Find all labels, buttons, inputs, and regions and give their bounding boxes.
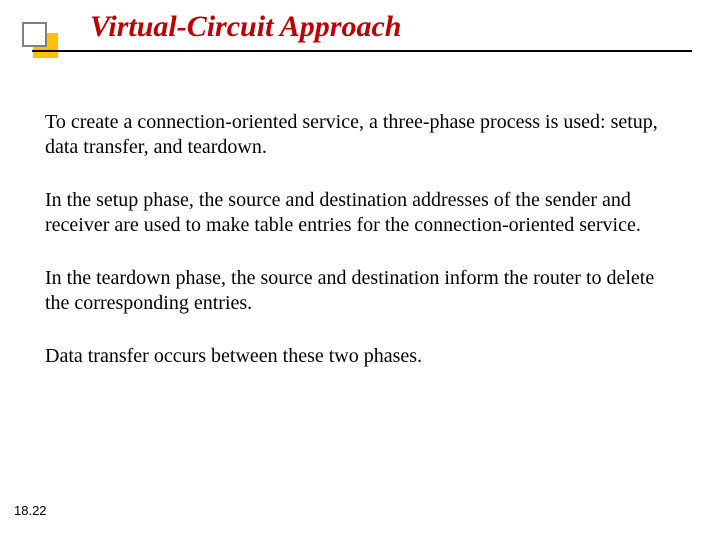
paragraph: To create a connection-oriented service,… <box>45 110 675 160</box>
slide-title: Virtual-Circuit Approach <box>90 10 401 44</box>
content-area: To create a connection-oriented service,… <box>45 110 675 397</box>
paragraph: Data transfer occurs between these two p… <box>45 344 675 369</box>
page-number: 18.22 <box>14 503 47 518</box>
title-underline <box>32 50 692 52</box>
title-bullet-icon <box>22 22 64 64</box>
paragraph: In the setup phase, the source and desti… <box>45 188 675 238</box>
paragraph: In the teardown phase, the source and de… <box>45 266 675 316</box>
